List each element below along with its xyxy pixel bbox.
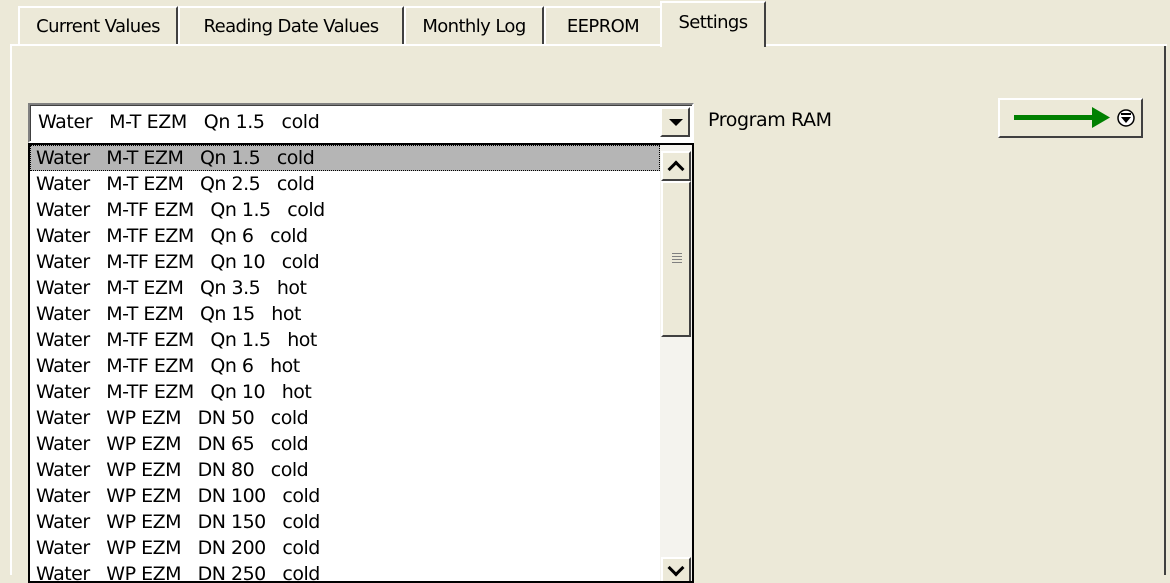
list-item[interactable]: Water M-TF EZM Qn 1.5 hot	[30, 327, 660, 353]
panel-border	[10, 44, 1167, 46]
list-item[interactable]: Water M-T EZM Qn 3.5 hot	[30, 275, 660, 301]
combo-dropdown-button[interactable]	[660, 107, 690, 137]
green-arrow-right-icon	[1014, 107, 1135, 128]
scroll-thumb[interactable]	[661, 181, 691, 337]
list-item[interactable]: Water WP EZM DN 200 cold	[30, 535, 660, 561]
tab-reading-date-values[interactable]: Reading Date Values	[178, 6, 404, 44]
panel-border-left	[10, 44, 12, 575]
combo-selected-value: Water M-T EZM Qn 1.5 cold	[38, 111, 320, 133]
list-item[interactable]: Water WP EZM DN 50 cold	[30, 405, 660, 431]
scroll-up-button[interactable]	[661, 151, 691, 181]
panel-border-right	[1164, 44, 1166, 575]
meter-type-dropdown-list[interactable]: Water M-T EZM Qn 1.5 cold Water M-T EZM Q…	[28, 143, 694, 583]
list-item[interactable]: Water M-T EZM Qn 15 hot	[30, 301, 660, 327]
meter-type-combobox[interactable]: Water M-T EZM Qn 1.5 cold	[28, 103, 694, 143]
tab-eeprom[interactable]: EEPROM	[544, 6, 662, 44]
tab-settings[interactable]: Settings	[660, 1, 766, 47]
list-item[interactable]: Water M-TF EZM Qn 1.5 cold	[30, 197, 660, 223]
grip-icon	[672, 253, 682, 265]
program-ram-label: Program RAM	[708, 109, 832, 131]
chevron-down-icon	[667, 559, 685, 577]
tab-strip: Current Values Reading Date Values Month…	[0, 0, 1170, 47]
list-item[interactable]: Water M-TF EZM Qn 6 cold	[30, 223, 660, 249]
list-item[interactable]: Water WP EZM DN 100 cold	[30, 483, 660, 509]
list-item[interactable]: Water M-T EZM Qn 2.5 cold	[30, 171, 660, 197]
tab-monthly-log[interactable]: Monthly Log	[404, 6, 544, 44]
list-item[interactable]: Water WP EZM DN 80 cold	[30, 457, 660, 483]
list-item[interactable]: Water M-T EZM Qn 1.5 cold	[30, 145, 660, 171]
list-item[interactable]: Water WP EZM DN 65 cold	[30, 431, 660, 457]
tab-current-values[interactable]: Current Values	[18, 6, 178, 44]
scroll-down-button[interactable]	[661, 557, 691, 581]
vertical-scrollbar[interactable]	[660, 145, 692, 581]
list-item[interactable]: Water M-TF EZM Qn 6 hot	[30, 353, 660, 379]
chevron-up-icon	[667, 160, 685, 178]
list-item[interactable]: Water M-TF EZM Qn 10 hot	[30, 379, 660, 405]
option-list: Water M-T EZM Qn 1.5 cold Water M-T EZM Q…	[30, 145, 660, 581]
program-ram-button[interactable]	[998, 98, 1143, 138]
list-item[interactable]: Water WP EZM DN 150 cold	[30, 509, 660, 535]
list-item[interactable]: Water M-TF EZM Qn 10 cold	[30, 249, 660, 275]
list-item[interactable]: Water WP EZM DN 250 cold	[30, 561, 660, 581]
triangle-down-icon	[669, 119, 683, 126]
